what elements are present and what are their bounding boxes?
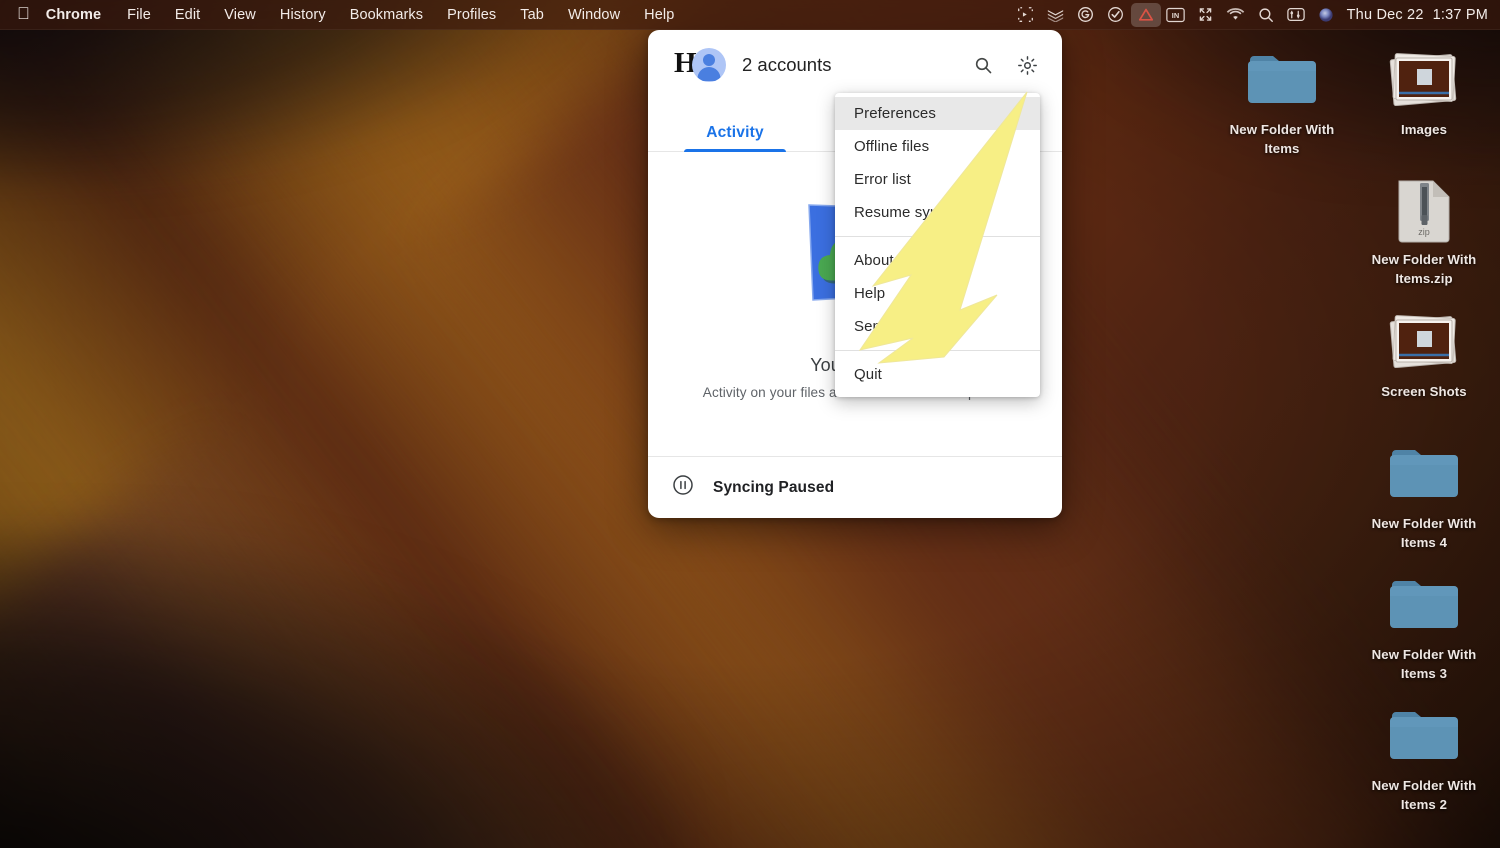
apple-icon[interactable]:  [17,5,30,22]
input-source-in-icon[interactable]: IN [1161,0,1191,30]
sync-status-bar[interactable]: Syncing Paused [648,456,1062,518]
desktop-icon-label: New Folder With Items.zip [1371,252,1477,286]
desktop-icon-label: New Folder With Items 4 [1371,516,1477,550]
menu-item-about[interactable]: About [835,244,1040,277]
wifi-icon[interactable] [1221,0,1251,30]
zip-icon: zip [1393,176,1455,244]
desktop-icon-label: New Folder With Items [1229,122,1335,156]
desktop-icon-label: Screen Shots [1381,384,1467,399]
stack-mail-icon[interactable] [1041,0,1071,30]
photos-icon [1387,46,1461,114]
popup-header: H 2 accounts [648,30,1062,100]
menu-bar:  Chrome File Edit View History Bookmark… [0,0,1500,30]
menu-item-view[interactable]: View [212,0,268,30]
menu-item-help[interactable]: Help [835,277,1040,310]
desktop-icon-label: New Folder With Items 2 [1371,778,1477,812]
desktop-icon-label: Images [1400,122,1448,137]
menu-item-help[interactable]: Help [632,0,686,30]
desktop-icon-label: New Folder With Items 3 [1371,647,1477,681]
tab-activity-label: Activity [706,124,764,141]
menu-bar-status-area: IN Thu Dec 22 1:37 PM [1011,0,1500,30]
menu-item-chrome[interactable]: Chrome [43,0,115,30]
menu-item-offline-files[interactable]: Offline files [835,130,1040,163]
menu-item-resume-syncing[interactable]: Resume syncing [835,196,1040,229]
menu-item-profiles[interactable]: Profiles [435,0,508,30]
menu-bar-clock[interactable]: Thu Dec 22 1:37 PM [1341,7,1488,23]
desktop-icon-new-folder-with-items-zip[interactable]: zip New Folder With Items.zip [1358,176,1490,288]
screenshot-capture-icon[interactable] [1011,0,1041,30]
desktop-icon-images[interactable]: Images [1358,46,1490,140]
account-count-label: 2 accounts [742,54,832,75]
sync-status-text: Syncing Paused [713,478,835,496]
menu-item-quit[interactable]: Quit [835,358,1040,391]
desktop-icon-new-folder-with-items-4[interactable]: New Folder With Items 4 [1358,440,1490,552]
settings-dropdown-menu: Preferences Offline files Error list Res… [835,93,1040,397]
menu-item-send-feedback[interactable]: Send feedback [835,310,1040,343]
folder-icon [1388,440,1460,508]
tab-activity[interactable]: Activity [660,124,810,152]
menu-item-window[interactable]: Window [556,0,632,30]
menu-separator-1 [835,236,1040,237]
folder-icon [1388,571,1460,639]
menu-separator-2 [835,350,1040,351]
search-icon[interactable] [968,50,998,80]
drive-triangle-icon[interactable] [1130,2,1161,27]
clock-time: 1:37 PM [1432,6,1488,23]
desktop-icon-screen-shots[interactable]: Screen Shots [1358,308,1490,402]
drive-popup-window: H 2 accounts Activity Your Activity on y… [648,30,1062,518]
menu-item-file[interactable]: File [115,0,163,30]
siri-icon[interactable] [1311,0,1341,30]
control-center-icon[interactable] [1281,0,1311,30]
pause-circle-icon [672,474,694,501]
avatar[interactable] [692,48,726,82]
folder-icon [1388,702,1460,770]
menu-item-error-list[interactable]: Error list [835,163,1040,196]
svg-text:IN: IN [1172,11,1179,20]
menu-item-bookmarks[interactable]: Bookmarks [338,0,435,30]
gear-icon[interactable] [1012,50,1042,80]
expand-arrows-icon[interactable] [1191,0,1221,30]
popup-header-actions [968,50,1042,80]
folder-icon [1246,46,1318,114]
svg-text:zip: zip [1418,227,1430,237]
clock-date: Thu Dec 22 [1346,6,1424,23]
spotlight-search-icon[interactable] [1251,0,1281,30]
menu-item-tab[interactable]: Tab [508,0,556,30]
grammarly-icon[interactable] [1071,0,1101,30]
menu-item-preferences[interactable]: Preferences [835,97,1040,130]
account-brand: H [674,46,738,84]
desktop-icon-new-folder-with-items-3[interactable]: New Folder With Items 3 [1358,571,1490,683]
menu-item-edit[interactable]: Edit [163,0,212,30]
checkmark-circle-icon[interactable] [1101,0,1131,30]
menu-item-history[interactable]: History [268,0,338,30]
photos-icon [1387,308,1461,376]
text-cursor-icon: H [674,47,696,79]
desktop-icon-new-folder-with-items[interactable]: New Folder With Items [1216,46,1348,158]
desktop-icon-new-folder-with-items-2[interactable]: New Folder With Items 2 [1358,702,1490,814]
